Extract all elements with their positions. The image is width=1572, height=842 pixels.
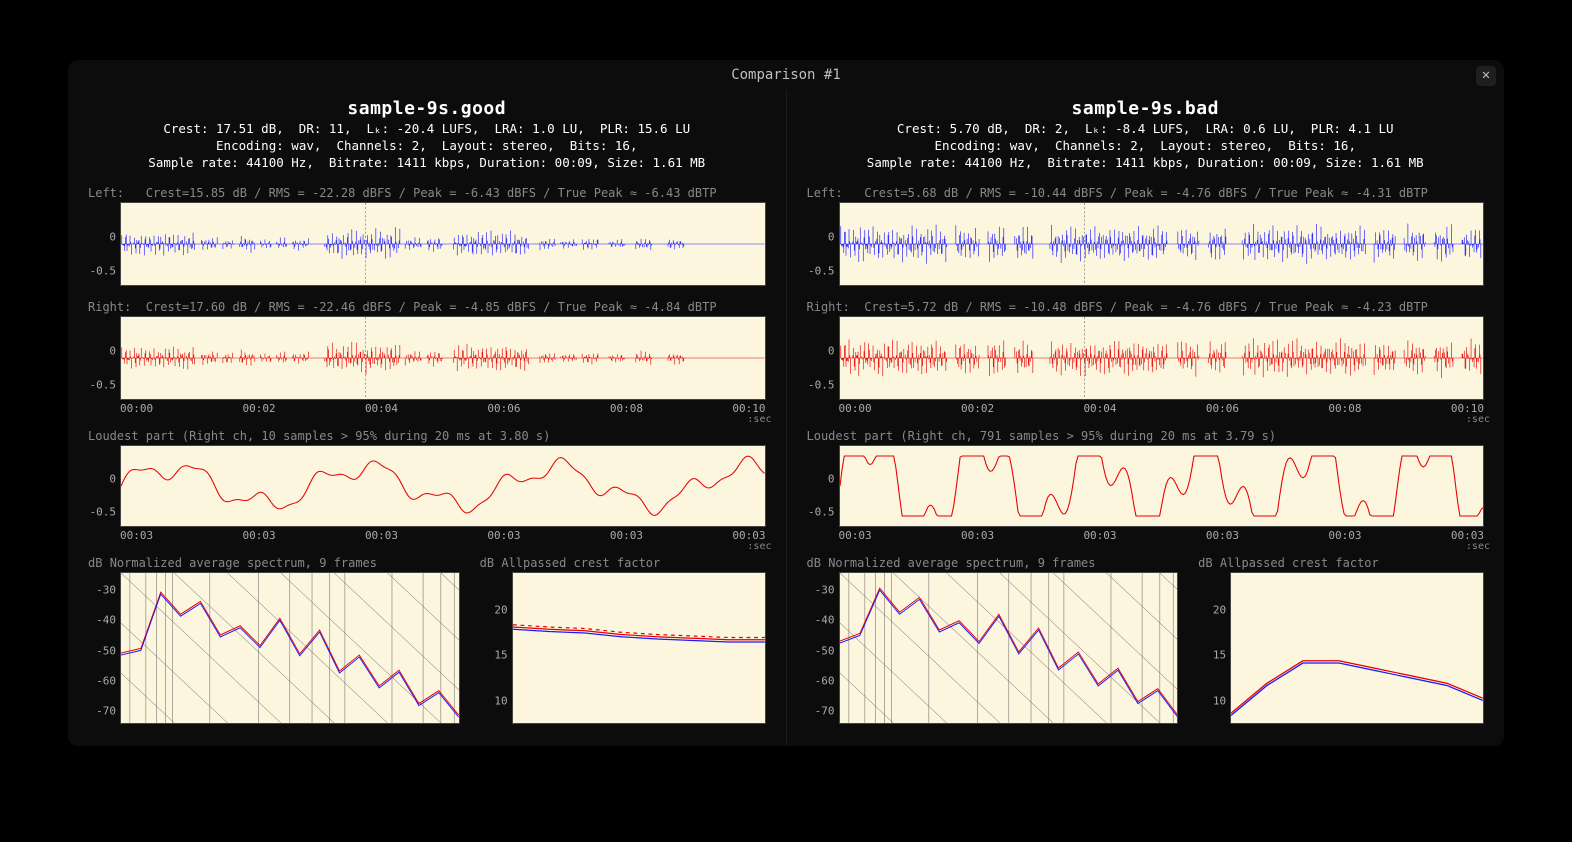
y-axis-spec: -30-40-50-60-70 [90, 572, 118, 724]
db-label: dB [1198, 556, 1212, 570]
y-axis-wave: 0 -0.5 [809, 202, 837, 286]
y-axis-wave: 0 -0.5 [809, 316, 837, 400]
loud-axis: 00:0300:0300:0300:0300:0300:03 :sec [839, 529, 1485, 542]
meta-line-3: Sample rate: 44100 Hz, Bitrate: 1411 kbp… [88, 155, 766, 172]
spectrum-header: Normalized average spectrum, 9 frames [110, 556, 377, 570]
close-button[interactable]: ✕ [1476, 66, 1496, 86]
waveform-right-good[interactable] [120, 316, 766, 400]
db-label: dB [480, 556, 494, 570]
loudest-header: Loudest part (Right ch, 791 samples > 95… [807, 429, 1485, 443]
spectrum-header: Normalized average spectrum, 9 frames [828, 556, 1095, 570]
pane-bad: sample-9s.bad Crest: 5.70 dB, DR: 2, Lₖ:… [787, 90, 1505, 746]
pane-container: sample-9s.good Crest: 17.51 dB, DR: 11, … [68, 90, 1504, 746]
apcf-plot-good[interactable] [512, 572, 766, 724]
loudest-plot-good[interactable] [120, 445, 766, 527]
db-label: dB [88, 556, 102, 570]
window-title: Comparison #1 [731, 67, 841, 83]
spectrum-plot-good[interactable] [120, 572, 460, 724]
y-axis-loud: 0 -0.5 [90, 445, 118, 527]
waveform-right-bad[interactable] [839, 316, 1485, 400]
titlebar[interactable]: Comparison #1 ✕ [68, 60, 1504, 90]
file-title: sample-9s.bad [807, 98, 1485, 119]
loud-axis: 00:0300:0300:0300:0300:0300:03 :sec [120, 529, 766, 542]
time-axis: 00:0000:0200:0400:0600:0800:10 :sec [839, 402, 1485, 415]
close-icon: ✕ [1482, 67, 1490, 83]
pane-good: sample-9s.good Crest: 17.51 dB, DR: 11, … [68, 90, 787, 746]
waveform-left-good[interactable] [120, 202, 766, 286]
meta-line-2: Encoding: wav, Channels: 2, Layout: ster… [807, 138, 1485, 155]
meta-line-2: Encoding: wav, Channels: 2, Layout: ster… [88, 138, 766, 155]
left-channel-header: Left: Crest=5.68 dB / RMS = -10.44 dBFS … [807, 186, 1485, 200]
right-channel-header: Right: Crest=5.72 dB / RMS = -10.48 dBFS… [807, 300, 1485, 314]
left-channel-header: Left: Crest=15.85 dB / RMS = -22.28 dBFS… [88, 186, 766, 200]
y-axis-spec: -30-40-50-60-70 [809, 572, 837, 724]
waveform-left-bad[interactable] [839, 202, 1485, 286]
comparison-window: Comparison #1 ✕ sample-9s.good Crest: 17… [68, 60, 1504, 746]
meta-line-1: Crest: 5.70 dB, DR: 2, Lₖ: -8.4 LUFS, LR… [807, 121, 1485, 138]
meta-line-1: Crest: 17.51 dB, DR: 11, Lₖ: -20.4 LUFS,… [88, 121, 766, 138]
y-axis-apcf: 201510 [482, 572, 510, 724]
file-title: sample-9s.good [88, 98, 766, 119]
y-axis-loud: 0 -0.5 [809, 445, 837, 527]
apcf-plot-bad[interactable] [1230, 572, 1484, 724]
y-axis-wave: 0 -0.5 [90, 316, 118, 400]
y-axis-apcf: 201510 [1200, 572, 1228, 724]
spectrum-plot-bad[interactable] [839, 572, 1179, 724]
db-label: dB [807, 556, 821, 570]
loudest-plot-bad[interactable] [839, 445, 1485, 527]
apcf-header: Allpassed crest factor [501, 556, 660, 570]
loudest-header: Loudest part (Right ch, 10 samples > 95%… [88, 429, 766, 443]
apcf-header: Allpassed crest factor [1220, 556, 1379, 570]
right-channel-header: Right: Crest=17.60 dB / RMS = -22.46 dBF… [88, 300, 766, 314]
y-axis-wave: 0 -0.5 [90, 202, 118, 286]
time-axis: 00:0000:0200:0400:0600:0800:10 :sec [120, 402, 766, 415]
meta-line-3: Sample rate: 44100 Hz, Bitrate: 1411 kbp… [807, 155, 1485, 172]
